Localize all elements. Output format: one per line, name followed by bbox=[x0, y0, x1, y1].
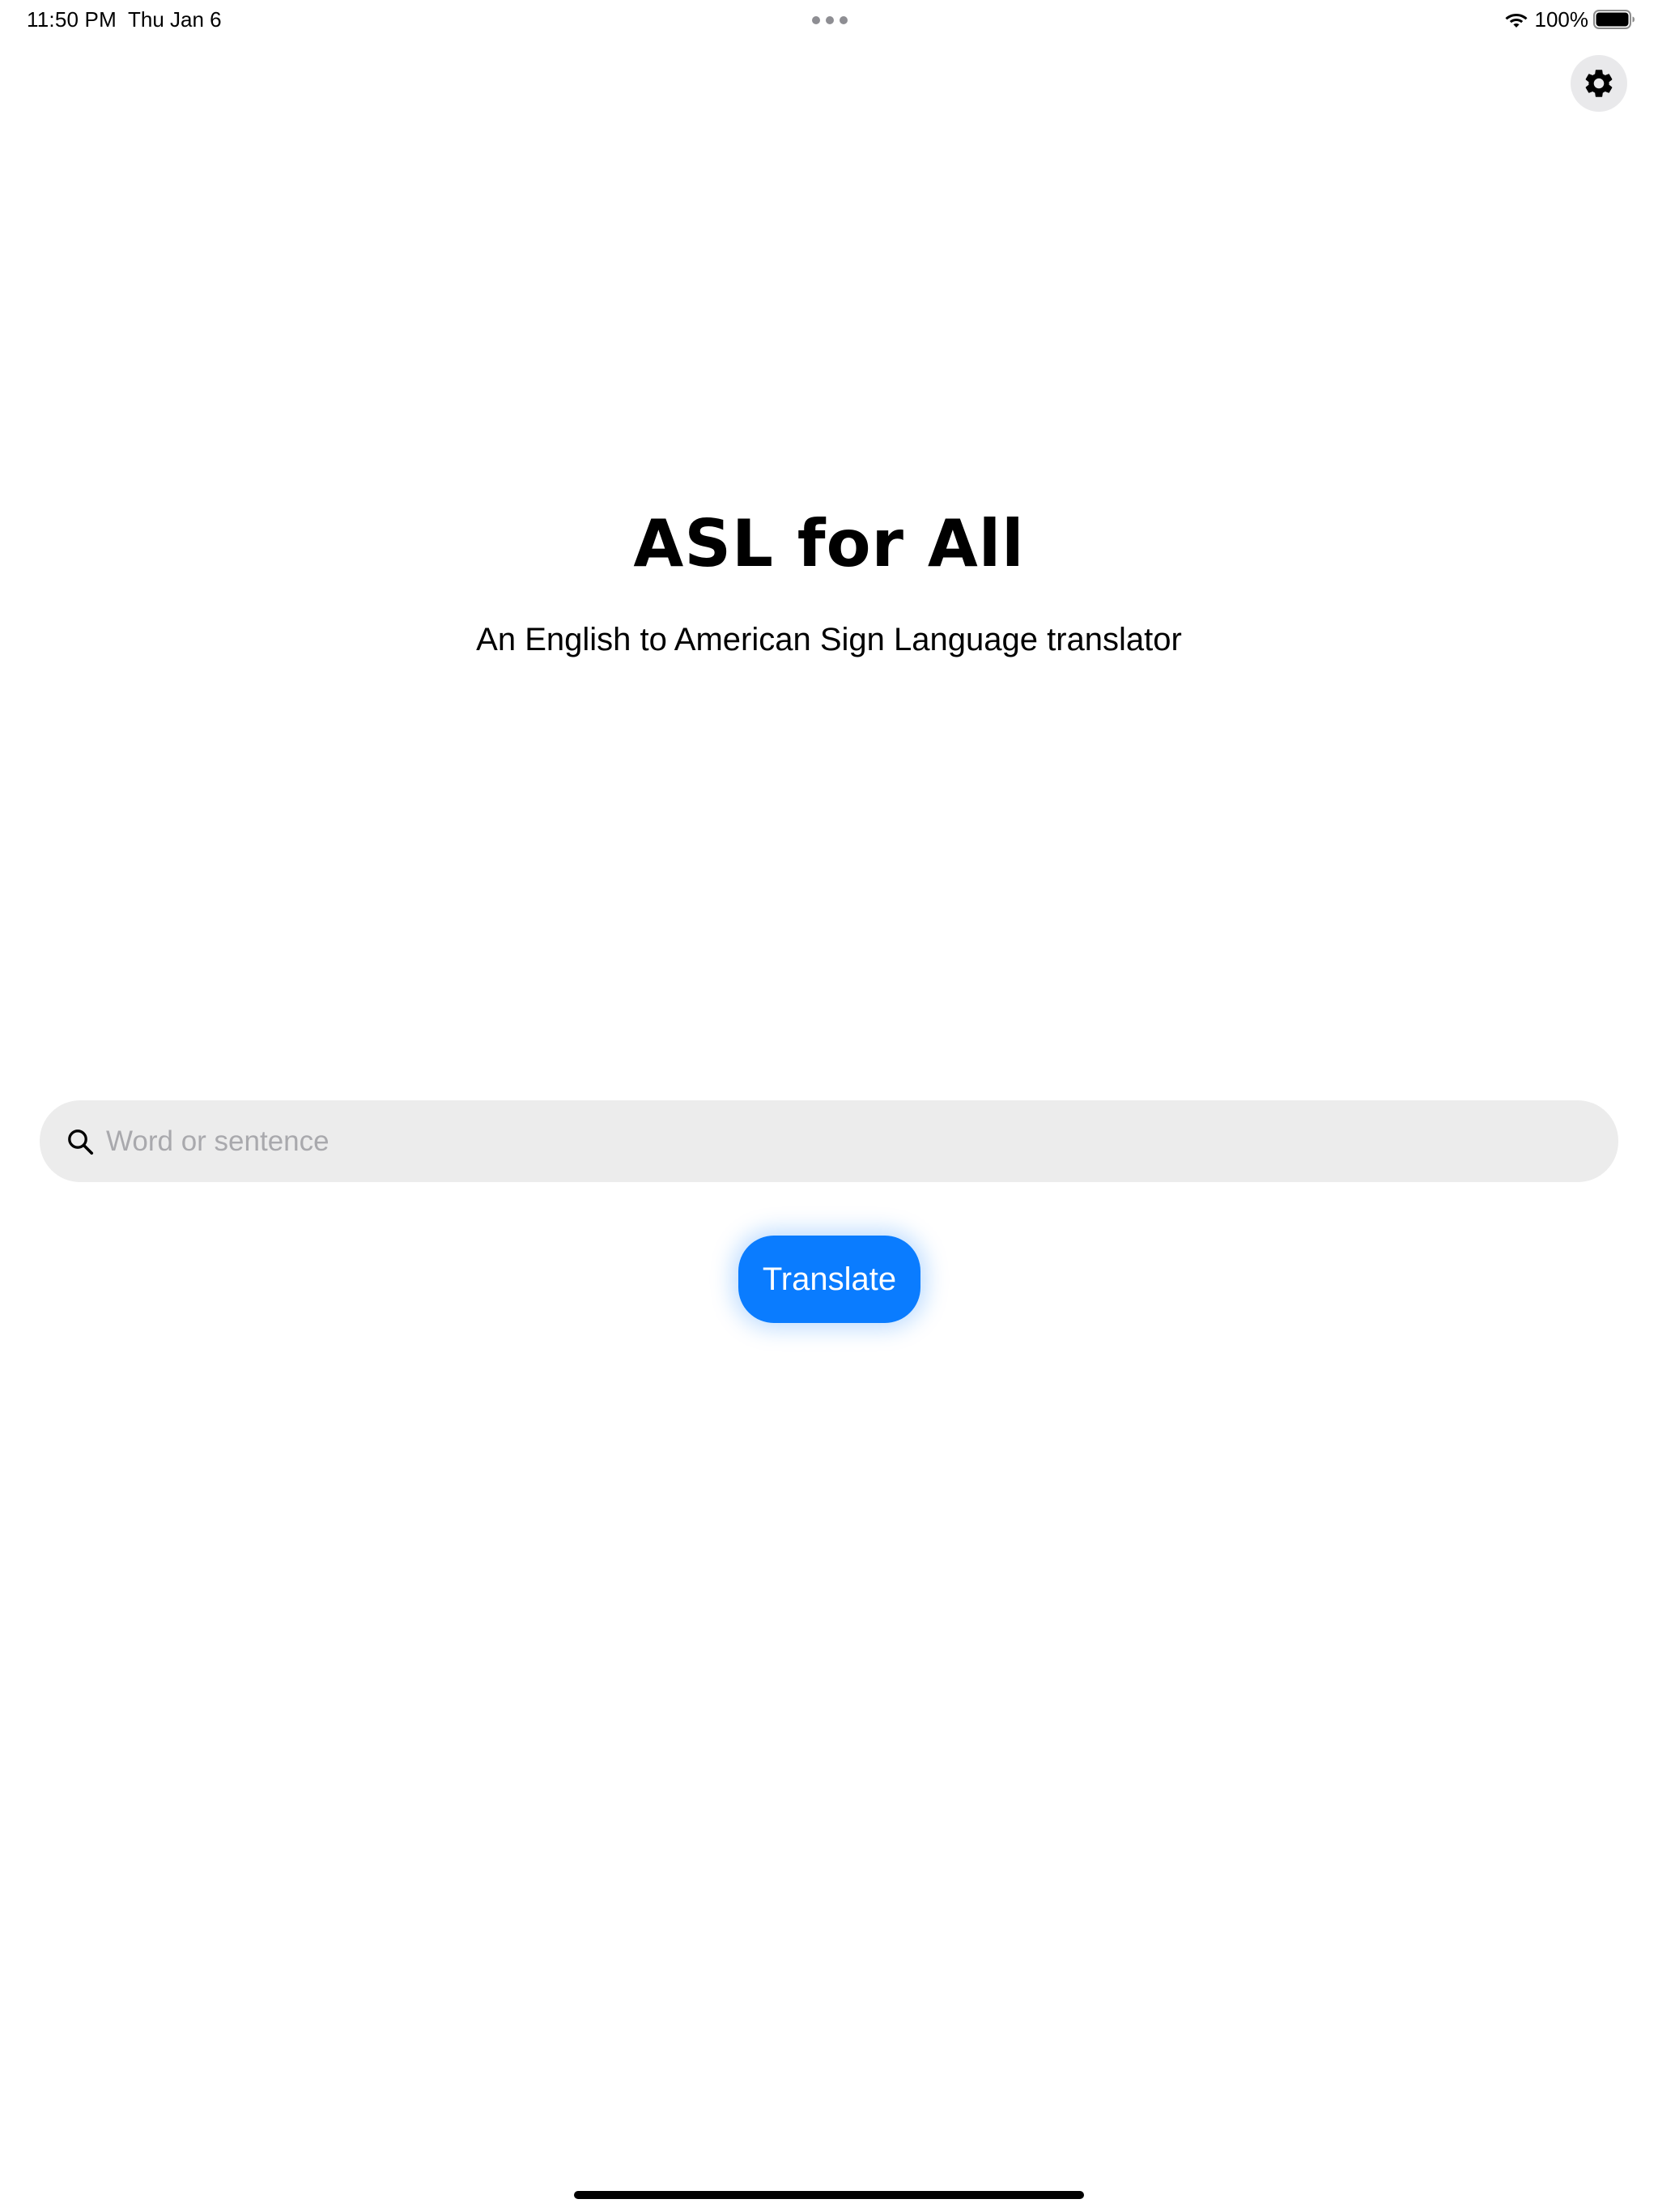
search-icon bbox=[68, 1129, 94, 1155]
wifi-icon bbox=[1505, 14, 1527, 28]
search-input[interactable] bbox=[106, 1117, 1618, 1166]
search-bar[interactable] bbox=[40, 1100, 1618, 1182]
gear-icon bbox=[1585, 70, 1613, 97]
status-indicators: 100% bbox=[1504, 6, 1636, 32]
battery-icon bbox=[1593, 10, 1635, 29]
status-date: Thu Jan 6 bbox=[128, 7, 222, 32]
app-title: ASL for All bbox=[633, 506, 1025, 581]
status-bar: 11:50 PM Thu Jan 6 100% bbox=[0, 0, 1658, 39]
battery-percentage: 100% bbox=[1534, 6, 1589, 32]
home-indicator[interactable] bbox=[574, 2191, 1084, 2199]
status-time: 11:50 PM bbox=[27, 7, 117, 32]
settings-button[interactable] bbox=[1571, 55, 1627, 112]
multitasking-dots-icon[interactable] bbox=[812, 16, 848, 24]
app-subtitle: An English to American Sign Language tra… bbox=[476, 622, 1182, 657]
translate-button[interactable]: Translate bbox=[738, 1236, 920, 1323]
